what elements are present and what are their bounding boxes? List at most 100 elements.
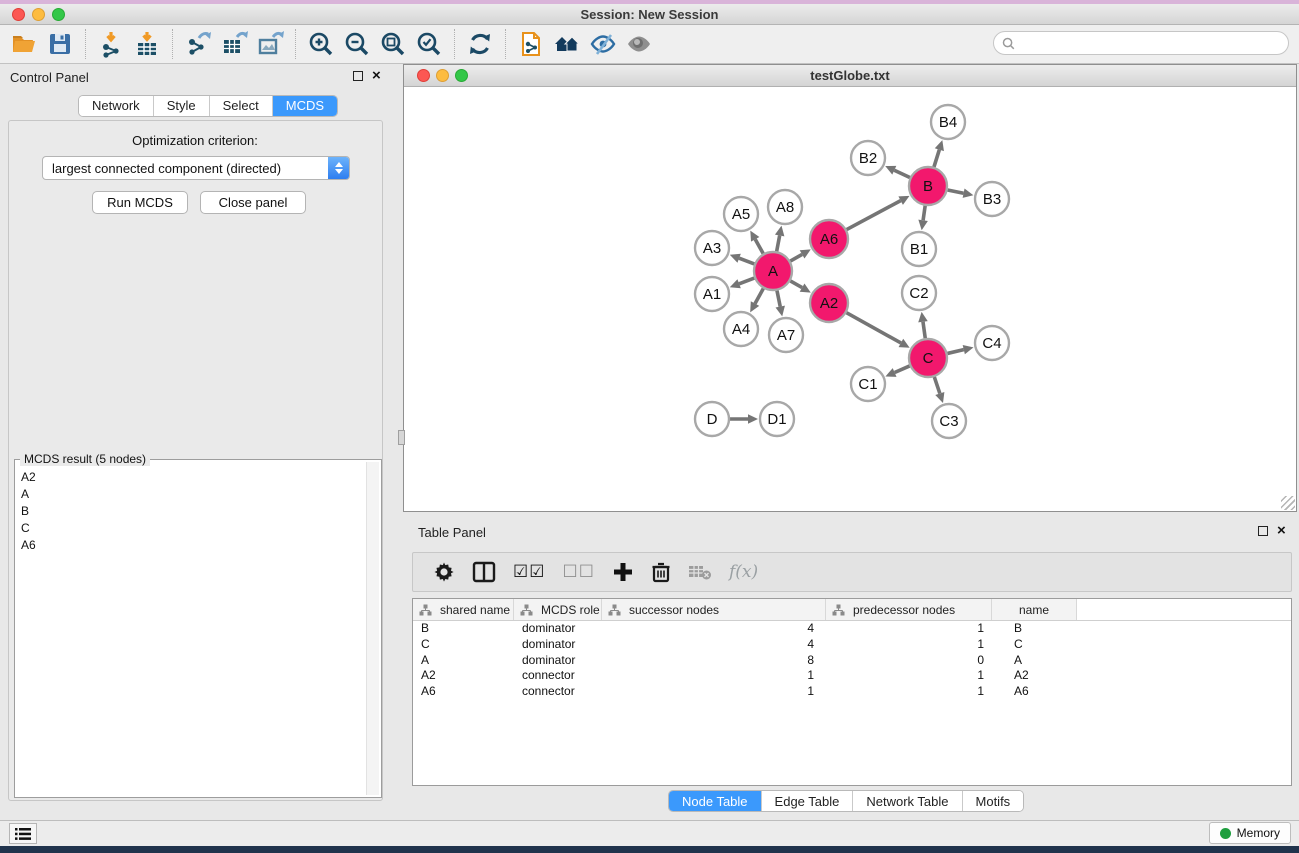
close-window-button[interactable]	[12, 8, 25, 21]
column-header-successor-nodes[interactable]: successor nodes	[602, 599, 826, 620]
graph-edge-C-C3[interactable]	[934, 377, 940, 394]
graph-edge-A-A4[interactable]	[755, 289, 763, 304]
table-cell[interactable]: 4	[602, 621, 826, 637]
delete-column-icon[interactable]	[651, 558, 671, 586]
table-row[interactable]: Adominator80A	[413, 653, 1291, 669]
open-file-icon[interactable]	[6, 28, 42, 60]
home-icon[interactable]	[549, 28, 585, 60]
float-panel-icon[interactable]	[1258, 526, 1268, 536]
table-cell[interactable]: A6	[413, 684, 514, 700]
table-cell[interactable]: 1	[826, 637, 992, 653]
graph-edge-A6-B[interactable]	[847, 201, 901, 230]
graph-node-B2[interactable]: B2	[851, 141, 885, 175]
network-graph[interactable]: B4B2BB3A8A5A6A3B1AA1C2A2A4A7C4CC1C3DD1	[406, 89, 1296, 513]
table-cell[interactable]: connector	[514, 684, 602, 700]
graph-node-D[interactable]: D	[695, 402, 729, 436]
show-column-panel-icon[interactable]	[472, 558, 496, 586]
graph-edge-C-C4[interactable]	[947, 350, 963, 354]
network-close-button[interactable]	[417, 69, 430, 82]
splitter-handle[interactable]	[398, 430, 405, 445]
close-panel-button[interactable]: Close panel	[200, 191, 306, 214]
graph-node-A6[interactable]: A6	[810, 220, 848, 258]
graph-node-B[interactable]: B	[909, 167, 947, 205]
mcds-result-scrollbar[interactable]	[366, 462, 379, 795]
column-header-MCDS-role[interactable]: MCDS role	[514, 599, 602, 620]
task-history-button[interactable]	[9, 823, 37, 844]
graph-edge-B-B1[interactable]	[923, 206, 925, 220]
table-cell[interactable]: 1	[826, 668, 992, 684]
mcds-result-item[interactable]: A	[17, 485, 365, 502]
export-table-icon[interactable]	[216, 28, 252, 60]
tab-select[interactable]: Select	[210, 96, 273, 116]
mcds-result-item[interactable]: C	[17, 519, 365, 536]
show-graphics-details-icon[interactable]	[621, 28, 657, 60]
import-table-icon[interactable]	[129, 28, 165, 60]
table-cell[interactable]: 1	[602, 684, 826, 700]
graph-edge-A-A1[interactable]	[739, 278, 754, 284]
graph-node-A[interactable]: A	[754, 252, 792, 290]
window-resize-grip[interactable]	[1281, 496, 1295, 510]
tab-mcds[interactable]: MCDS	[273, 96, 337, 116]
run-mcds-button[interactable]: Run MCDS	[92, 191, 188, 214]
table-cell[interactable]: connector	[514, 668, 602, 684]
table-cell[interactable]: 1	[826, 621, 992, 637]
column-header-name[interactable]: name	[992, 599, 1077, 620]
graph-edge-A-A5[interactable]	[755, 239, 763, 253]
graph-node-A5[interactable]: A5	[724, 197, 758, 231]
tab-node-table[interactable]: Node Table	[669, 791, 762, 811]
table-cell[interactable]: dominator	[514, 653, 602, 669]
column-header-shared-name[interactable]: shared name	[413, 599, 514, 620]
graph-edge-C-C1[interactable]	[895, 366, 910, 373]
table-cell[interactable]: 8	[602, 653, 826, 669]
network-canvas[interactable]: B4B2BB3A8A5A6A3B1AA1C2A2A4A7C4CC1C3DD1	[406, 89, 1294, 509]
new-network-from-file-icon[interactable]	[513, 28, 549, 60]
export-network-icon[interactable]	[180, 28, 216, 60]
function-builder-icon[interactable]: f(x)	[729, 558, 758, 586]
float-panel-icon[interactable]	[353, 71, 363, 81]
table-row[interactable]: Bdominator41B	[413, 621, 1291, 637]
table-cell[interactable]: A2	[992, 668, 1077, 684]
zoom-selected-icon[interactable]	[411, 28, 447, 60]
graph-edge-B-B4[interactable]	[934, 150, 939, 167]
refresh-layout-icon[interactable]	[462, 28, 498, 60]
zoom-window-button[interactable]	[52, 8, 65, 21]
optimization-select[interactable]: largest connected component (directed)	[42, 156, 350, 180]
table-cell[interactable]: 0	[826, 653, 992, 669]
graph-edge-A-A2[interactable]	[790, 281, 802, 288]
mcds-result-item[interactable]: B	[17, 502, 365, 519]
graph-node-A1[interactable]: A1	[695, 277, 729, 311]
deselect-all-icon[interactable]: ☐☐	[562, 558, 594, 586]
mcds-result-item[interactable]: A2	[17, 468, 365, 485]
graph-edge-B-B3[interactable]	[948, 190, 964, 193]
graph-node-A2[interactable]: A2	[810, 284, 848, 322]
table-cell[interactable]: dominator	[514, 637, 602, 653]
table-cell[interactable]: 1	[602, 668, 826, 684]
table-row[interactable]: A2connector11A2	[413, 668, 1291, 684]
column-header-predecessor-nodes[interactable]: predecessor nodes	[826, 599, 992, 620]
close-panel-icon[interactable]: ×	[1277, 526, 1286, 536]
table-cell[interactable]: C	[992, 637, 1077, 653]
graph-node-D1[interactable]: D1	[760, 402, 794, 436]
table-cell[interactable]: A	[992, 653, 1077, 669]
network-window-titlebar[interactable]: testGlobe.txt	[404, 65, 1296, 87]
graph-node-A4[interactable]: A4	[724, 312, 758, 346]
export-image-icon[interactable]	[252, 28, 288, 60]
close-panel-icon[interactable]: ×	[372, 71, 381, 81]
table-cell[interactable]: 4	[602, 637, 826, 653]
table-cell[interactable]: B	[413, 621, 514, 637]
table-cell[interactable]: dominator	[514, 621, 602, 637]
save-session-icon[interactable]	[42, 28, 78, 60]
table-row[interactable]: A6connector11A6	[413, 684, 1291, 700]
tab-motifs[interactable]: Motifs	[963, 791, 1024, 811]
graph-edge-A2-C[interactable]	[846, 313, 900, 343]
graph-edge-A-A3[interactable]	[739, 258, 754, 264]
table-cell[interactable]: A6	[992, 684, 1077, 700]
graph-node-C2[interactable]: C2	[902, 276, 936, 310]
graph-edge-C-C2[interactable]	[923, 322, 925, 338]
search-field[interactable]	[993, 31, 1289, 55]
hide-graphics-details-icon[interactable]	[585, 28, 621, 60]
tab-style[interactable]: Style	[154, 96, 210, 116]
minimize-window-button[interactable]	[32, 8, 45, 21]
table-cell[interactable]: A2	[413, 668, 514, 684]
graph-node-B1[interactable]: B1	[902, 232, 936, 266]
